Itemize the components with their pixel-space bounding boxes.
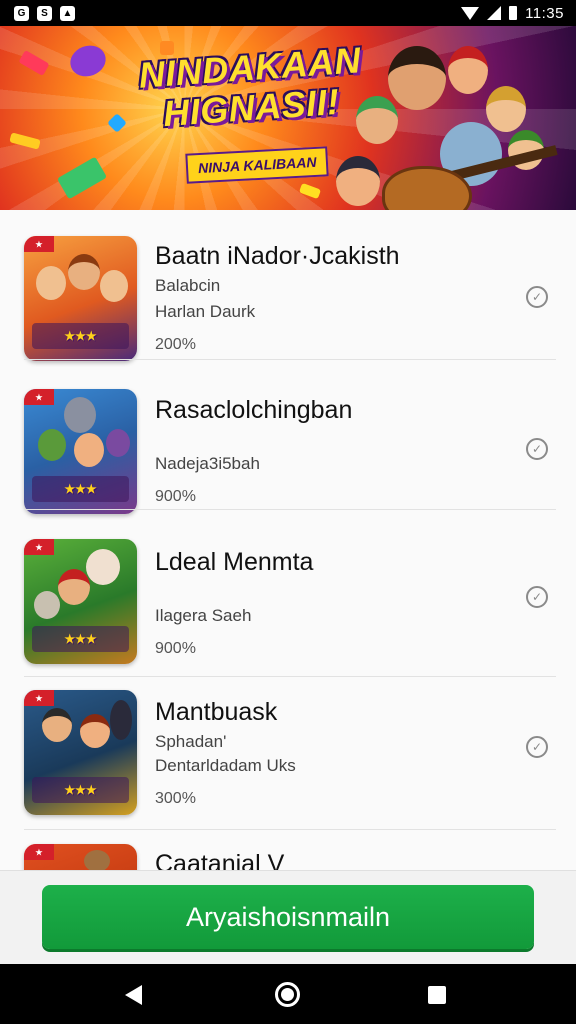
game-subtitle: Sphadan': [155, 732, 227, 751]
game-title: Caatanial V: [155, 850, 285, 870]
game-percent: 200%: [155, 336, 196, 353]
character: [80, 714, 110, 748]
file-icon: ▲: [60, 5, 75, 21]
character: [388, 46, 446, 110]
game-title: Mantbuask: [155, 698, 278, 726]
badge: ★: [24, 236, 54, 252]
game-subtitle: Ilagera Saeh: [155, 606, 252, 625]
character: [448, 46, 488, 94]
game-thumbnail: ★ ★★★: [24, 389, 137, 514]
badge: ★: [24, 844, 54, 860]
divider: [24, 359, 556, 360]
character: [68, 254, 100, 290]
list-item[interactable]: ★ ★★★ Rasaclolchingban Nadeja3i5bah 900%…: [0, 376, 576, 526]
sync-icon: S: [37, 5, 52, 21]
status-bar: G S ▲ 11:35: [0, 0, 576, 26]
game-subtitle: Balabcin: [155, 276, 221, 295]
list-item[interactable]: ★ ★★★ Mantbuask Sphadan' Dentarldadam Uk…: [0, 676, 576, 830]
list-item[interactable]: ★ Caatanial V: [0, 830, 576, 870]
character: [74, 433, 104, 467]
character: [86, 549, 120, 585]
game-logo: ★★★: [32, 476, 129, 502]
download-icon[interactable]: ✓: [526, 438, 548, 460]
status-time: 11:35: [525, 4, 564, 22]
character: [34, 591, 60, 619]
game-subtitle: Dentarldadam Uks: [155, 756, 296, 775]
badge: ★: [24, 539, 54, 555]
character: [64, 397, 96, 433]
character: [486, 86, 526, 132]
promo-banner[interactable]: NINDAKAAN HIGNASII! NINJA KALIBAAN: [0, 26, 576, 210]
game-logo: ★★★: [32, 323, 129, 349]
game-percent: 900%: [155, 488, 196, 505]
game-thumbnail: ★ ★★★: [24, 539, 137, 664]
character: [42, 708, 72, 742]
screen: G S ▲ 11:35 NINDAKAAN HIGNASII! NINJA KA…: [0, 0, 576, 1024]
primary-action-button[interactable]: Aryaishoisnmailn: [42, 885, 534, 949]
character: [336, 156, 380, 206]
character: [106, 429, 130, 457]
list-item[interactable]: ★ ★★★ Baatn iNador·Jcakisth Balabcin Har…: [0, 210, 576, 361]
download-icon[interactable]: ✓: [526, 586, 548, 608]
list-item[interactable]: ★ ★★★ Ldeal Menmta Ilagera Saeh 900% ✓: [0, 526, 576, 677]
status-icons-left: G S ▲: [14, 5, 75, 21]
character: [100, 270, 128, 302]
battery-icon: [509, 6, 518, 20]
wifi-icon: [461, 6, 480, 20]
notification-icon: G: [14, 5, 29, 21]
signal-icon: [487, 6, 502, 20]
game-thumbnail: ★ ★★★: [24, 236, 137, 361]
badge: ★: [24, 389, 54, 405]
character: [36, 266, 66, 300]
navigation-bar: [0, 964, 576, 1024]
game-title: Ldeal Menmta: [155, 548, 314, 576]
download-icon[interactable]: ✓: [526, 736, 548, 758]
banner-title: NINDAKAAN HIGNASII!: [137, 39, 363, 135]
download-icon[interactable]: ✓: [526, 286, 548, 308]
game-subtitle: Harlan Daurk: [155, 302, 256, 321]
status-icons-right: 11:35: [461, 5, 564, 22]
game-title: Rasaclolchingban: [155, 396, 353, 424]
character: [110, 700, 132, 740]
character: [38, 429, 66, 461]
back-icon[interactable]: [125, 985, 142, 1005]
game-subtitle: Nadeja3i5bah: [155, 454, 260, 473]
character: [84, 850, 110, 870]
game-percent: 300%: [155, 790, 196, 807]
badge: ★: [24, 690, 54, 706]
game-thumbnail: ★: [24, 844, 137, 870]
home-icon[interactable]: [275, 982, 300, 1007]
game-logo: ★★★: [32, 777, 129, 803]
action-bar: Aryaishoisnmailn: [0, 870, 576, 964]
game-title: Baatn iNador·Jcakisth: [155, 242, 400, 270]
game-thumbnail: ★ ★★★: [24, 690, 137, 815]
recents-icon[interactable]: [428, 986, 446, 1004]
game-list: ★ ★★★ Baatn iNador·Jcakisth Balabcin Har…: [0, 210, 576, 870]
character: [58, 569, 90, 605]
game-logo: ★★★: [32, 626, 129, 652]
divider: [24, 509, 556, 510]
game-percent: 900%: [155, 640, 196, 657]
